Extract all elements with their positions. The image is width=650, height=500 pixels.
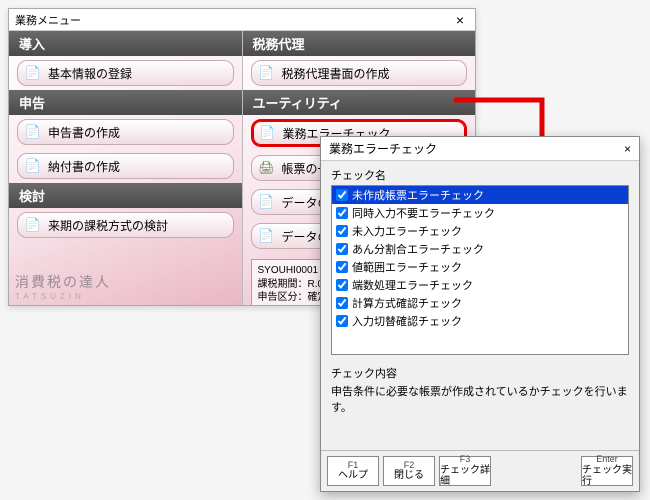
menu-item-label: 納付書の作成 — [48, 158, 120, 175]
close-button[interactable]: F2 閉じる — [383, 456, 435, 486]
error-check-dialog: 業務エラーチェック × チェック名 未作成帳票エラーチェック同時入力不要エラーチ… — [320, 136, 640, 492]
document-icon: 📄 — [24, 216, 42, 234]
description-text: 申告条件に必要な帳票が作成されているかチェックを行います。 — [331, 381, 629, 421]
menu-item-shinkoku[interactable]: 📄 申告書の作成 — [17, 119, 234, 145]
check-row[interactable]: 値範囲エラーチェック — [332, 258, 628, 276]
check-run-button[interactable]: Enter チェック実行 — [581, 456, 633, 486]
check-label: 同時入力不要エラーチェック — [352, 205, 495, 221]
check-row[interactable]: 同時入力不要エラーチェック — [332, 204, 628, 222]
check-label: 未入力エラーチェック — [352, 223, 462, 239]
check-box[interactable] — [336, 315, 348, 327]
menu-item-dairi[interactable]: 📄 税務代理書面の作成 — [251, 60, 468, 86]
section-header: 税務代理 — [243, 31, 476, 56]
check-box[interactable] — [336, 261, 348, 273]
left-column: 導入 📄 基本情報の登録 申告 📄 申告書の作成 📄 納付書の作成 検討 📄 来… — [9, 31, 242, 305]
document-icon: 📄 — [24, 123, 42, 141]
section-header: ユーティリティ — [243, 90, 476, 115]
document-icon: 📄 — [258, 64, 276, 82]
menu-item-label: 税務代理書面の作成 — [282, 65, 390, 82]
printer-icon: 🖨 — [258, 159, 276, 177]
dialog-titlebar: 業務エラーチェック × — [321, 137, 639, 161]
check-row[interactable]: 端数処理エラーチェック — [332, 276, 628, 294]
section-header: 導入 — [9, 31, 242, 56]
check-label: 未作成帳票エラーチェック — [352, 187, 484, 203]
brand-logo: 消費税の達人 TATSUZIN — [15, 272, 111, 301]
document-icon: 📄 — [24, 64, 42, 82]
document-icon: 📄 — [258, 227, 276, 245]
dialog-button-bar: F1 ヘルプ F2 閉じる F3 チェック詳細 Enter チェック実行 — [321, 450, 639, 491]
main-titlebar: 業務メニュー × — [9, 9, 475, 31]
menu-item-noufu[interactable]: 📄 納付書の作成 — [17, 153, 234, 179]
check-box[interactable] — [336, 189, 348, 201]
close-icon[interactable]: × — [624, 142, 631, 156]
check-row[interactable]: 計算方式確認チェック — [332, 294, 628, 312]
check-row[interactable]: 入力切替確認チェック — [332, 312, 628, 330]
menu-item-label: 来期の課税方式の検討 — [48, 217, 168, 234]
check-detail-button[interactable]: F3 チェック詳細 — [439, 456, 491, 486]
check-box[interactable] — [336, 225, 348, 237]
section-header: 検討 — [9, 183, 242, 208]
menu-item-basic-info[interactable]: 📄 基本情報の登録 — [17, 60, 234, 86]
check-box[interactable] — [336, 207, 348, 219]
document-icon: 📄 — [24, 157, 42, 175]
menu-item-label: 申告書の作成 — [48, 124, 120, 141]
check-box[interactable] — [336, 279, 348, 291]
dialog-title: 業務エラーチェック — [329, 140, 437, 157]
check-list[interactable]: 未作成帳票エラーチェック同時入力不要エラーチェック未入力エラーチェックあん分割合… — [331, 185, 629, 355]
check-label: 端数処理エラーチェック — [352, 277, 473, 293]
help-button[interactable]: F1 ヘルプ — [327, 456, 379, 486]
check-label: 値範囲エラーチェック — [352, 259, 462, 275]
check-label: 入力切替確認チェック — [352, 313, 462, 329]
check-box[interactable] — [336, 243, 348, 255]
check-row[interactable]: あん分割合エラーチェック — [332, 240, 628, 258]
checklist-label: チェック名 — [331, 167, 629, 183]
check-row[interactable]: 未作成帳票エラーチェック — [332, 186, 628, 204]
menu-item-kentou[interactable]: 📄 来期の課税方式の検討 — [17, 212, 234, 238]
main-title: 業務メニュー — [15, 12, 81, 28]
check-row[interactable]: 未入力エラーチェック — [332, 222, 628, 240]
section-header: 申告 — [9, 90, 242, 115]
document-icon: 📄 — [259, 124, 277, 142]
description-label: チェック内容 — [331, 365, 629, 381]
menu-item-label: 基本情報の登録 — [48, 65, 132, 82]
document-icon: 📄 — [258, 193, 276, 211]
check-box[interactable] — [336, 297, 348, 309]
check-label: 計算方式確認チェック — [352, 295, 462, 311]
check-label: あん分割合エラーチェック — [352, 241, 484, 257]
close-icon[interactable]: × — [451, 11, 469, 29]
